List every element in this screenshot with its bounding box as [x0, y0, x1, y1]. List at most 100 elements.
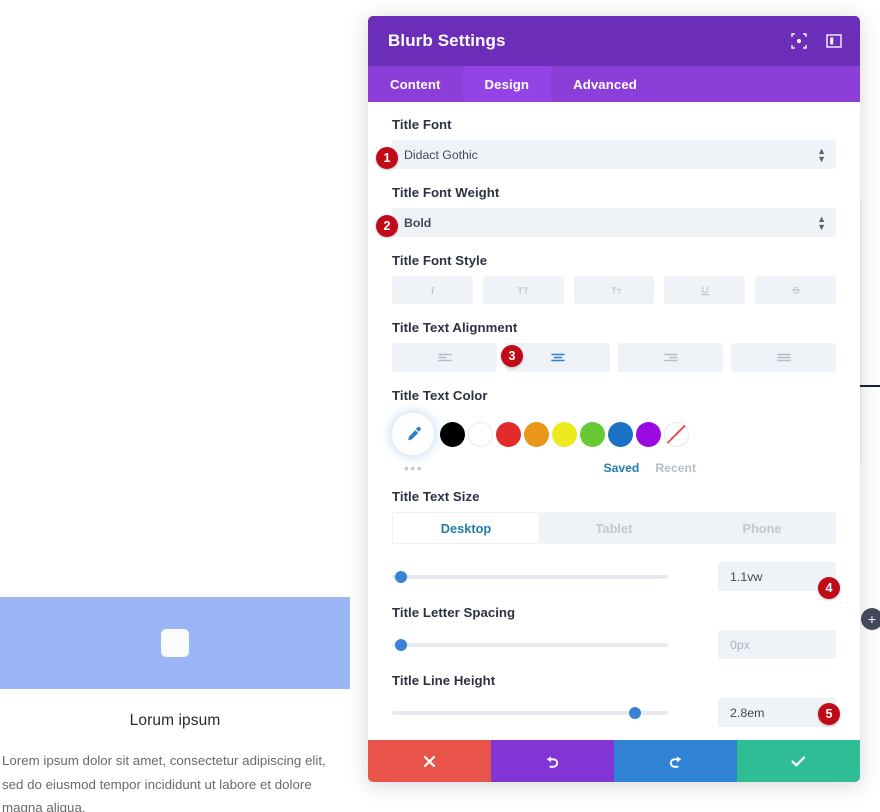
title-line-height-slider[interactable] [392, 705, 668, 721]
swatch-black[interactable] [440, 421, 465, 447]
title-text-size-slider-row: 1.1vw [392, 562, 836, 591]
svg-text:I: I [430, 285, 436, 297]
align-left-button[interactable] [392, 343, 497, 372]
blurb-image [0, 597, 350, 689]
field-label-title-font-style: Title Font Style [392, 253, 488, 268]
tab-design[interactable]: Design [462, 66, 552, 102]
modal-body: Title Font Didact Gothic ▲ ▼ 1 Title Font… [368, 102, 860, 740]
close-icon [423, 755, 436, 767]
device-tab-desktop[interactable]: Desktop [392, 512, 540, 544]
field-title-text-size: Title Text Size Desktop Tablet Phone 1.1… [392, 489, 840, 599]
swatch-red[interactable] [496, 421, 521, 447]
swatch-blue[interactable] [608, 421, 633, 447]
title-font-weight-select[interactable]: Bold ▲ ▼ [392, 208, 836, 237]
blurb-module[interactable]: Lorum ipsum Lorem ipsum dolor sit amet, … [0, 597, 350, 812]
title-letter-spacing-value[interactable]: 0px [718, 630, 836, 659]
underline-button[interactable]: U [664, 276, 746, 304]
saved-colors-tab[interactable]: Saved [603, 461, 639, 475]
field-label-title-text-alignment: Title Text Alignment [392, 320, 518, 335]
field-label-title-letter-spacing: Title Letter Spacing [392, 605, 516, 620]
blurb-image-placeholder-icon [161, 629, 189, 657]
blurb-body-text: Lorem ipsum dolor sit amet, consectetur … [2, 753, 326, 812]
field-title-font-style: Title Font Style I TT TT U S [392, 253, 836, 304]
redo-button[interactable] [614, 740, 737, 782]
check-icon [791, 756, 806, 766]
modal-title: Blurb Settings [388, 31, 506, 50]
cancel-button[interactable] [368, 740, 491, 782]
device-tab-group: Desktop Tablet Phone [392, 512, 836, 544]
swatch-none[interactable] [664, 421, 689, 447]
title-letter-spacing-slider[interactable] [392, 637, 668, 653]
title-font-value: Didact Gothic [404, 147, 478, 162]
field-label-title-text-size: Title Text Size [392, 489, 480, 504]
tab-content[interactable]: Content [368, 66, 463, 102]
font-style-button-group: I TT TT U S [392, 276, 836, 304]
undo-button[interactable] [491, 740, 614, 782]
title-font-weight-value: Bold [404, 215, 432, 230]
title-letter-spacing-slider-row: 0px [392, 630, 836, 659]
chevron-updown-icon: ▲ ▼ [817, 145, 826, 164]
more-options-icon[interactable]: ••• [404, 461, 423, 475]
slider-handle[interactable] [394, 638, 407, 651]
field-label-title-font: Title Font [392, 117, 452, 132]
modal-footer [368, 740, 860, 782]
field-title-font: Title Font Didact Gothic ▲ ▼ 1 [376, 117, 836, 169]
italic-button[interactable]: I [392, 276, 473, 304]
annotation-badge-1: 1 [376, 147, 398, 169]
swatch-yellow[interactable] [552, 421, 577, 447]
annotation-badge-3: 3 [501, 345, 523, 367]
title-font-select[interactable]: Didact Gothic ▲ ▼ [392, 140, 836, 169]
title-line-height-slider-row: 2.8em [392, 698, 836, 727]
slider-handle[interactable] [394, 570, 407, 583]
modal-tabs: Content Design Advanced [368, 66, 860, 102]
redo-icon [669, 755, 681, 768]
undo-icon [547, 755, 559, 768]
align-justify-button[interactable] [731, 343, 836, 372]
save-button[interactable] [737, 740, 860, 782]
field-title-letter-spacing: Title Letter Spacing 0px [392, 605, 836, 659]
tab-advanced[interactable]: Advanced [551, 66, 659, 102]
add-section-button[interactable]: + [861, 608, 880, 630]
modal-header-actions [791, 33, 842, 49]
page-preview: Lorum ipsum Lorem ipsum dolor sit amet, … [0, 0, 372, 812]
svg-text:T: T [617, 289, 622, 296]
svg-text:TT: TT [517, 286, 529, 297]
title-text-size-slider[interactable] [392, 569, 668, 585]
small-caps-button[interactable]: TT [573, 276, 655, 304]
uppercase-button[interactable]: TT [482, 276, 564, 304]
device-tab-tablet[interactable]: Tablet [540, 512, 688, 544]
color-swatch-row [392, 411, 836, 457]
field-title-text-alignment: Title Text Alignment 3 [392, 320, 836, 372]
preset-swatches [440, 421, 689, 447]
recent-colors-tab[interactable]: Recent [655, 461, 696, 475]
swatch-white[interactable] [468, 421, 493, 447]
chevron-updown-icon: ▲ ▼ [817, 213, 826, 232]
color-tabs: Saved Recent [603, 461, 836, 475]
annotation-badge-4: 4 [818, 577, 840, 599]
strikethrough-button[interactable]: S [755, 276, 836, 304]
swatch-orange[interactable] [524, 421, 549, 447]
field-label-title-text-color: Title Text Color [392, 388, 488, 403]
eyedropper-icon[interactable] [392, 413, 434, 455]
field-label-title-font-weight: Title Font Weight [392, 185, 500, 200]
slider-handle[interactable] [629, 706, 642, 719]
field-title-font-weight: Title Font Weight Bold ▲ ▼ 2 [376, 185, 836, 237]
slider-track [392, 642, 668, 647]
device-tab-phone[interactable]: Phone [688, 512, 836, 544]
swatch-green[interactable] [580, 421, 605, 447]
blurb-settings-modal: Blurb Settings Content Design Advanced T… [368, 16, 860, 782]
annotation-badge-2: 2 [376, 215, 398, 237]
fullscreen-icon[interactable] [791, 33, 807, 49]
swatch-purple[interactable] [636, 421, 661, 447]
color-meta-row: ••• Saved Recent [392, 459, 836, 477]
alignment-button-group [392, 343, 836, 372]
blurb-title: Lorum ipsum [129, 712, 221, 729]
field-title-text-color: Title Text Color ••• Saved Recent [392, 388, 836, 477]
field-title-line-height: Title Line Height 2.8em 5 [392, 673, 840, 727]
slider-track [392, 710, 668, 715]
slider-track [392, 574, 668, 579]
layout-toggle-icon[interactable] [826, 33, 842, 49]
align-right-button[interactable] [618, 343, 723, 372]
svg-text:S: S [792, 286, 798, 297]
modal-header: Blurb Settings [368, 16, 860, 66]
